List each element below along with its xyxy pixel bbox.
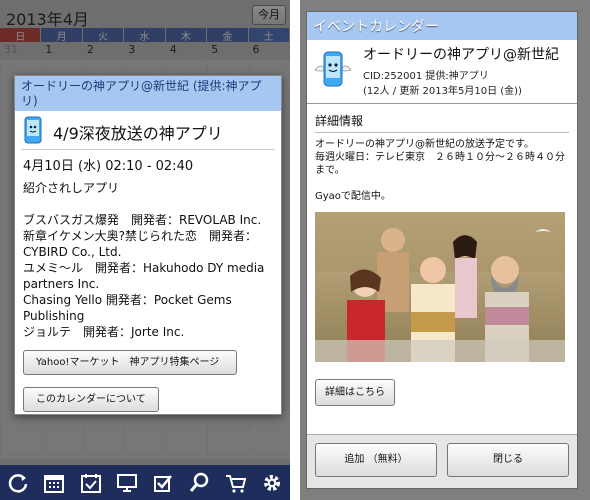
calendar-icon[interactable] <box>41 470 67 496</box>
search-icon[interactable] <box>186 470 212 496</box>
phone-mascot-icon <box>313 48 353 96</box>
event-photo <box>315 212 565 362</box>
calendar-screen: 2013年4月 今月 日 月 火 水 木 金 土 31 1 2 3 4 5 6 … <box>0 0 290 500</box>
event-description: 紹介されしアプリ ブスバスガス爆発 開発者：REVOLAB Inc. 新章イケメ… <box>23 181 265 339</box>
checkbox-icon[interactable] <box>150 470 176 496</box>
yahoo-market-button[interactable]: Yahoo!マーケット 神アプリ特集ページ <box>23 350 237 375</box>
event-dialog: オードリーの神アプリ@新世紀 (提供:神アプリ) 4/9深夜放送の神アプリ 4月… <box>14 75 282 415</box>
calendar-id: CID:252001 提供:神アプリ <box>363 71 489 82</box>
event-title: 4/9深夜放送の神アプリ <box>53 124 223 143</box>
cart-icon[interactable] <box>223 470 249 496</box>
section-title: 詳細情報 <box>315 114 364 128</box>
gear-icon[interactable] <box>259 470 285 496</box>
calendar-alt-icon[interactable] <box>78 470 104 496</box>
close-button[interactable]: 閉じる <box>447 443 569 477</box>
monitor-icon[interactable] <box>114 470 140 496</box>
refresh-icon[interactable] <box>5 470 31 496</box>
add-free-button[interactable]: 追加 （無料） <box>315 443 437 477</box>
event-calendar-screen: イベントカレンダー オードリーの神アプリ@新世紀 CID:252001 提供:神… <box>300 0 590 500</box>
dialog-header: オードリーの神アプリ@新世紀 (提供:神アプリ) <box>15 76 281 111</box>
event-title-row: 4/9深夜放送の神アプリ <box>15 111 281 149</box>
bottom-toolbar <box>0 465 290 500</box>
event-time: 4月10日 (水) 02:10 - 02:40 <box>23 159 194 174</box>
calendar-info: オードリーの神アプリ@新世紀 CID:252001 提供:神アプリ (12人 /… <box>307 40 577 104</box>
event-description: オードリーの神アプリ@新世紀の放送予定です。 毎週火曜日：テレビ東京 ２６時１０… <box>315 139 565 202</box>
phone-mascot-icon <box>23 116 43 148</box>
calendar-name: オードリーの神アプリ@新世紀 <box>363 47 559 63</box>
details-button[interactable]: 詳細はこちら <box>315 379 395 406</box>
about-calendar-button[interactable]: このカレンダーについて <box>23 387 159 412</box>
dialog-header: イベントカレンダー <box>307 12 577 40</box>
event-calendar-dialog: イベントカレンダー オードリーの神アプリ@新世紀 CID:252001 提供:神… <box>306 11 578 489</box>
update-info: (12人 / 更新 2013年5月10日 (金)) <box>363 86 522 97</box>
